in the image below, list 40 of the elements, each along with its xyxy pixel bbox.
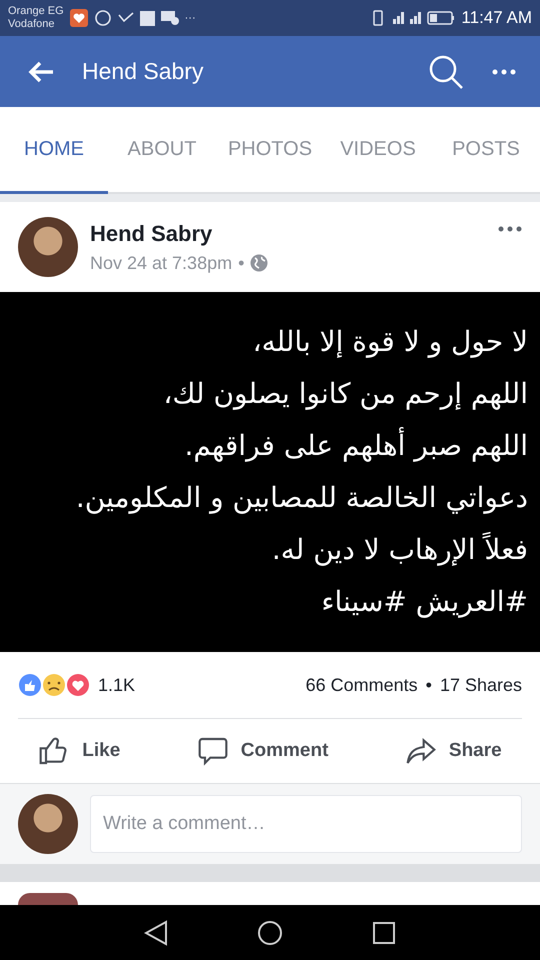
image-text-line: دعواتي الخالصة للمصابين و المكلومين. — [74, 480, 528, 516]
like-reaction-icon — [18, 673, 42, 697]
next-post-avatar — [18, 893, 78, 905]
mail-gear-icon — [160, 11, 179, 25]
more-options-icon[interactable] — [498, 226, 522, 232]
share-button[interactable]: Share — [400, 729, 506, 773]
post-image[interactable]: لا حول و لا قوة إلا بالله، اللهم إرحم من كانوا يصلون لك، اللهم صبر أهلهم على فراقهم. دعواتي الخالصة للمصابين و المكلومين. فعلاً الإرهاب لا دين له. #العريش #سيناء — [0, 292, 540, 652]
comment-button[interactable]: Comment — [192, 729, 332, 773]
image-text-line: اللهم إرحم من كانوا يصلون لك، — [162, 376, 528, 412]
home-circle-icon[interactable] — [256, 920, 283, 946]
recents-square-icon[interactable] — [372, 920, 396, 944]
carrier-name: Orange EG — [8, 5, 64, 18]
signal-icon — [410, 12, 422, 24]
separator-dot: • — [426, 674, 432, 696]
image-text-line: اللهم صبر أهلهم على فراقهم. — [183, 426, 528, 464]
reaction-count[interactable]: 1.1K — [98, 674, 136, 696]
back-triangle-icon[interactable] — [144, 920, 168, 946]
sad-reaction-icon — [42, 673, 66, 697]
love-reaction-icon — [66, 673, 90, 697]
globe-icon — [250, 254, 268, 272]
comment-field[interactable]: Write a comment… — [90, 795, 522, 853]
image-text-line: فعلاً الإرهاب لا دين له. — [270, 531, 528, 568]
carrier-name: Vodafone — [8, 18, 56, 31]
page-title: Hend Sabry — [82, 58, 204, 85]
back-arrow-icon[interactable] — [28, 60, 54, 82]
separator-dot: • — [238, 252, 244, 274]
more-options-icon[interactable] — [492, 68, 516, 74]
author-name[interactable]: Hend Sabry — [90, 220, 486, 246]
share-count[interactable]: 17 Shares — [440, 674, 522, 696]
image-text-line: #العريش #سيناء — [320, 584, 528, 620]
more-notifications: ··· — [184, 12, 196, 24]
image-text-line: لا حول و لا قوة إلا بالله، — [252, 324, 528, 360]
comment-count[interactable]: 66 Comments — [306, 674, 418, 696]
heart-app-icon — [70, 9, 88, 27]
like-button[interactable]: Like — [34, 729, 124, 773]
clock-time: 11:47 AM — [461, 8, 532, 28]
battery-icon — [427, 11, 456, 25]
speech-bubble-icon — [196, 735, 229, 767]
signal-icon — [393, 12, 404, 24]
search-icon[interactable] — [428, 54, 464, 90]
